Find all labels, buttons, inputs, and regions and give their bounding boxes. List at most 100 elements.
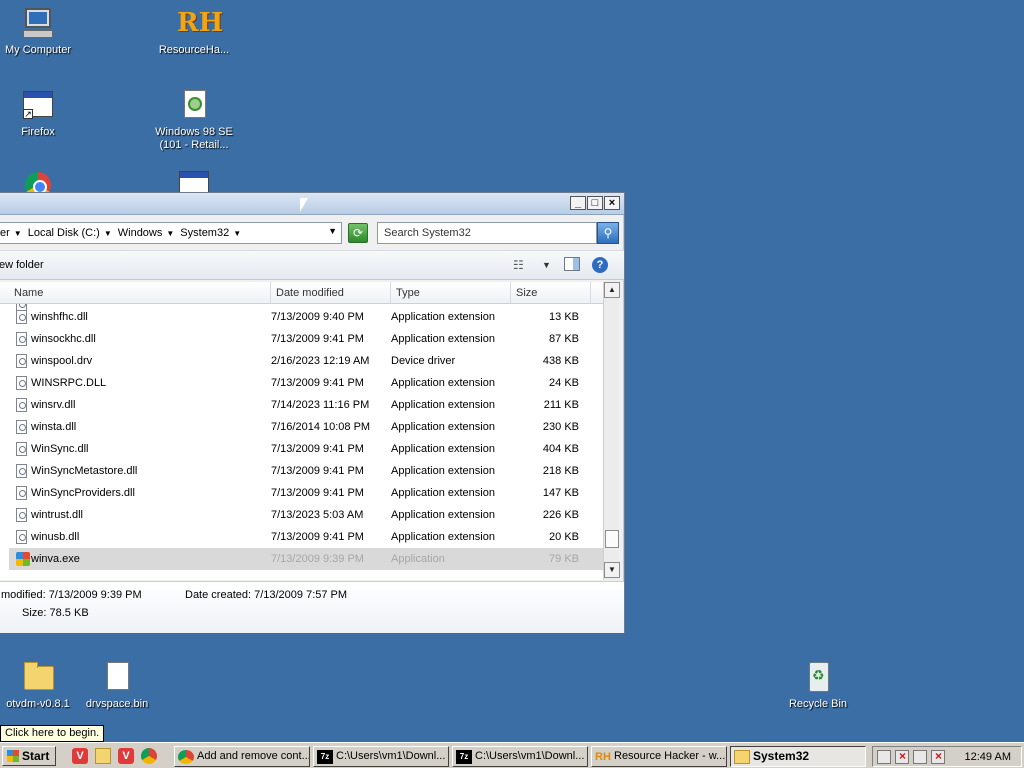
resource-hacker-icon: RH (595, 750, 611, 763)
application-icon (16, 552, 30, 566)
taskbar-item-system32[interactable]: System32 (730, 746, 866, 767)
breadcrumb-arrow-icon[interactable]: ▼ (104, 229, 112, 238)
tray-volume-muted-icon[interactable] (931, 749, 945, 764)
scroll-up-icon[interactable]: ▲ (604, 282, 620, 298)
details-modified: modified: 7/13/2009 9:39 PM (1, 589, 142, 601)
address-bar-row: er ▼ Local Disk (C:) ▼ Windows ▼ System32 ▼ … (0, 217, 624, 247)
table-row[interactable]: winsrv.dll 7/14/2023 11:16 PM Application … (9, 394, 603, 416)
7zip-icon: 7z (317, 749, 333, 764)
minimize-button[interactable]: _ (570, 196, 586, 210)
breadcrumb-arrow-icon[interactable]: ▼ (233, 229, 241, 238)
refresh-button[interactable]: ⟳ (348, 223, 368, 243)
desktop-icon-label: My Computer (4, 44, 72, 56)
details-size: Size: 78.5 KB (22, 607, 89, 619)
computer-icon (21, 6, 55, 40)
desktop-icon-my-computer[interactable]: My Computer (0, 6, 83, 57)
dll-file-icon (16, 332, 27, 346)
column-date-modified[interactable]: Date modified (271, 282, 391, 304)
breadcrumb-windows[interactable]: Windows (118, 227, 163, 239)
search-input[interactable]: Search System32 (377, 222, 597, 244)
driver-file-icon (16, 354, 27, 368)
breadcrumb-arrow-icon[interactable]: ▼ (166, 229, 174, 238)
system-tray: 12:49 AM (872, 746, 1022, 767)
tray-monitor-icon[interactable] (913, 750, 927, 764)
dll-file-icon (16, 508, 27, 522)
dll-file-icon (16, 420, 27, 434)
desktop-icon-windows98[interactable]: Windows 98 SE (101 - Retail... (149, 88, 239, 152)
dll-file-icon (16, 442, 27, 456)
scroll-thumb[interactable] (605, 530, 619, 548)
command-bar: ew folder ☷ ▼ ? (0, 250, 624, 280)
desktop-icon-resource-hacker[interactable]: RH ResourceHa... (149, 6, 239, 57)
preview-pane-icon[interactable] (564, 257, 580, 271)
scroll-down-icon[interactable]: ▼ (604, 562, 620, 578)
breadcrumb-local-disk[interactable]: Local Disk (C:) (28, 227, 100, 239)
desktop-icon-label: drvspace.bin (85, 698, 149, 710)
close-button[interactable]: × (604, 196, 620, 210)
taskbar-item-7zip-2[interactable]: 7z C:\Users\vm1\Downl... (452, 746, 588, 767)
start-tooltip: Click here to begin. (0, 725, 105, 742)
explorer-window: _ □ × er ▼ Local Disk (C:) ▼ Windows ▼ Syst… (0, 192, 625, 633)
details-created: Date created: 7/13/2009 7:57 PM (185, 589, 348, 601)
chrome-icon[interactable] (141, 748, 157, 764)
views-icon[interactable]: ☷ (513, 258, 524, 272)
breadcrumb-computer[interactable]: er (0, 227, 10, 239)
table-row[interactable]: winusb.dll 7/13/2009 9:41 PM Application e… (9, 526, 603, 548)
address-bar[interactable]: er ▼ Local Disk (C:) ▼ Windows ▼ System32 ▼ … (0, 222, 342, 244)
help-icon[interactable]: ? (592, 257, 608, 273)
vivaldi-icon[interactable]: V (118, 748, 134, 764)
desktop-icon-label: Firefox (21, 126, 55, 138)
table-row[interactable]: winsockhc.dll 7/13/2009 9:41 PM Applicatio… (9, 328, 603, 350)
views-dropdown-icon[interactable]: ▼ (542, 260, 551, 270)
start-button[interactable]: Start (2, 746, 56, 766)
desktop-icon-recycle-bin[interactable]: Recycle Bin (773, 660, 863, 711)
table-row[interactable]: WinSync.dll 7/13/2009 9:41 PM Application … (9, 438, 603, 460)
dll-file-icon (16, 398, 27, 412)
disc-image-icon (177, 88, 211, 122)
dll-file-icon (16, 464, 27, 478)
desktop-icon-label: Recycle Bin (788, 698, 848, 710)
desktop-icon-label-line2: (101 - Retail... (159, 139, 229, 151)
column-size[interactable]: Size (511, 282, 591, 304)
search-icon[interactable]: ⚲ (597, 222, 619, 244)
tray-error-icon[interactable] (895, 749, 909, 764)
file-icon (100, 660, 134, 694)
desktop-icon-drvspace[interactable]: drvspace.bin (72, 660, 162, 711)
folder-icon (734, 749, 750, 764)
column-type[interactable]: Type (391, 282, 511, 304)
folder-icon (21, 660, 55, 694)
recycle-bin-icon (801, 660, 835, 694)
maximize-button[interactable]: □ (587, 196, 603, 210)
vivaldi-icon[interactable]: V (72, 748, 88, 764)
taskbar-item-chrome[interactable]: Add and remove cont... (174, 746, 310, 767)
desktop-icon-firefox[interactable]: ↗ Firefox (0, 88, 83, 139)
vertical-scrollbar[interactable]: ▲ ▼ (603, 282, 620, 580)
taskbar-item-7zip-1[interactable]: 7z C:\Users\vm1\Downl... (313, 746, 449, 767)
column-name[interactable]: Name (9, 282, 271, 304)
tray-network-icon[interactable] (877, 750, 891, 764)
breadcrumb-arrow-icon[interactable]: ▼ (14, 229, 22, 238)
breadcrumb-system32[interactable]: System32 (180, 227, 229, 239)
new-folder-button[interactable]: ew folder (0, 259, 44, 271)
window-titlebar[interactable]: _ □ × (0, 193, 624, 215)
table-row[interactable]: wintrust.dll 7/13/2023 5:03 AM Application… (9, 504, 603, 526)
desktop-icon-otvdm[interactable]: otvdm-v0.8.1 (0, 660, 83, 711)
dll-file-icon (16, 310, 27, 324)
table-row[interactable]: winsta.dll 7/16/2014 10:08 PM Application … (9, 416, 603, 438)
table-row[interactable]: WinSyncProviders.dll 7/13/2009 9:41 PM App… (9, 482, 603, 504)
clock[interactable]: 12:49 AM (965, 750, 1011, 764)
start-label: Start (22, 749, 50, 763)
mouse-cursor-icon (300, 198, 308, 212)
table-row[interactable]: winshfhc.dll 7/13/2009 9:40 PM Application… (9, 306, 603, 328)
table-row[interactable]: WinSyncMetastore.dll 7/13/2009 9:41 PM App… (9, 460, 603, 482)
file-list: winshfhc.dll 7/13/2009 9:40 PM Application… (0, 304, 607, 580)
address-dropdown-icon[interactable]: ▼ (328, 226, 337, 236)
details-pane: modified: 7/13/2009 9:39 PM Date created… (0, 581, 624, 633)
folder-icon[interactable] (95, 748, 111, 764)
window-shortcut-icon: ↗ (21, 88, 55, 122)
table-row[interactable]: WINSRPC.DLL 7/13/2009 9:41 PM Application … (9, 372, 603, 394)
taskbar-item-resource-hacker[interactable]: RH Resource Hacker - w... (591, 746, 727, 767)
table-row-selected[interactable]: winva.exe 7/13/2009 9:39 PM Application 79 … (9, 548, 603, 570)
desktop-icon-label-line1: Windows 98 SE (155, 126, 233, 138)
table-row[interactable]: winspool.drv 2/16/2023 12:19 AM Device dri… (9, 350, 603, 372)
